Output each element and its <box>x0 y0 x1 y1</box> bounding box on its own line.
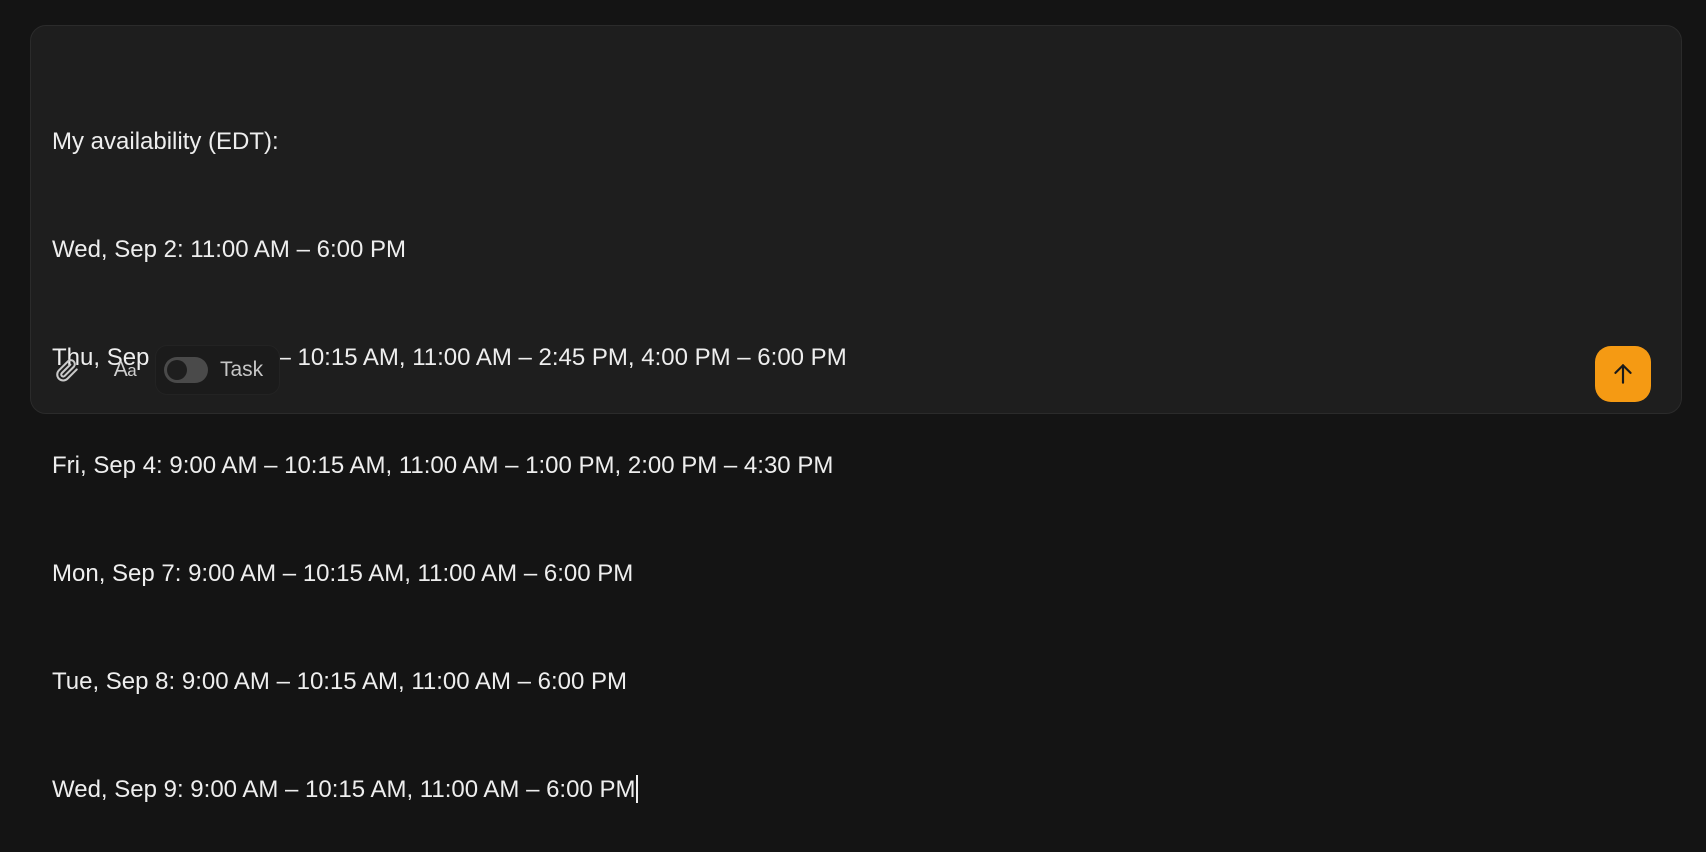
message-line: Mon, Sep 7: 9:00 AM – 10:15 AM, 11:00 AM… <box>52 560 634 587</box>
send-button[interactable] <box>1595 346 1651 402</box>
message-line: My availability (EDT): <box>52 128 279 155</box>
message-line-text: Wed, Sep 9: 9:00 AM – 10:15 AM, 11:00 AM… <box>52 776 636 803</box>
text-format-button[interactable]: Aa <box>103 348 147 392</box>
text-caret <box>636 775 639 803</box>
message-line: Fri, Sep 4: 9:00 AM – 10:15 AM, 11:00 AM… <box>52 452 834 479</box>
message-line-last: Wed, Sep 9: 9:00 AM – 10:15 AM, 11:00 AM… <box>52 772 1652 808</box>
switch-knob <box>167 360 187 380</box>
paperclip-icon <box>56 359 78 382</box>
task-toggle[interactable]: Task <box>155 345 281 395</box>
message-line: Thu, Sep 3: 9:00 AM – 10:15 AM, 11:00 AM… <box>52 344 847 371</box>
message-composer: My availability (EDT): Wed, Sep 2: 11:00… <box>30 25 1682 803</box>
composer-toolbar: Aa Task <box>45 345 281 395</box>
message-line: Tue, Sep 8: 9:00 AM – 10:15 AM, 11:00 AM… <box>52 668 628 695</box>
task-label: Task <box>220 358 264 381</box>
message-input[interactable]: My availability (EDT): Wed, Sep 2: 11:00… <box>52 52 1652 803</box>
arrow-up-icon <box>1614 364 1632 384</box>
format-label-small: a <box>127 361 137 380</box>
format-label-big: A <box>113 358 128 381</box>
message-line: Wed, Sep 2: 11:00 AM – 6:00 PM <box>52 236 406 263</box>
attach-button[interactable] <box>45 348 89 392</box>
task-switch[interactable] <box>164 357 208 383</box>
text-format-icon: Aa <box>113 358 137 382</box>
